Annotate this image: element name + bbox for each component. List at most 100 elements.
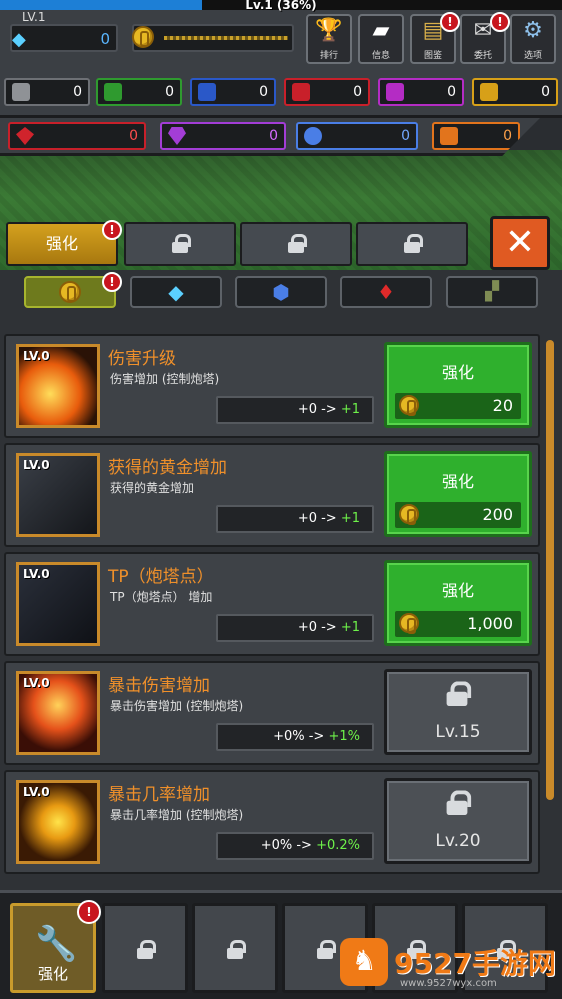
locked-upgrade-button[interactable]: Lv.20 [384,778,532,864]
scrollbar[interactable] [546,340,554,800]
ore-purple: 0 [378,78,464,106]
stat-to: +0.2% [316,838,360,853]
coin-icon [399,613,419,634]
tab-locked-3[interactable] [356,222,468,266]
purple-gem-counter: 0 [160,122,286,150]
purple-gem-icon [168,127,186,145]
coin-icon [399,395,419,416]
list-item: LV.0 暴击伤害增加 暴击伤害增加 (控制炮塔) +0% -> +1% Lv.… [4,661,540,765]
info-label: 信息 [371,51,390,61]
subtab-block[interactable]: ▞ [446,276,538,308]
upgrade-price: 20 [395,393,521,419]
coin-icon [59,281,81,303]
commission-label: 委托 [473,51,492,61]
blue-orb-icon [304,127,322,145]
trophy-icon: 🏆 [315,18,343,43]
ore-icon [12,83,30,101]
upgrade-button[interactable]: 强化 20 [384,342,532,428]
ore-count: 0 [165,84,174,100]
gem-counter: ◆ 0 [10,24,118,52]
gold-bar [164,36,288,40]
watermark-text: 9527手游网 [394,947,556,980]
alert-icon: ! [490,12,510,32]
blue-orb-icon: ⬢ [272,280,290,304]
ore-count: 0 [447,84,456,100]
upgrade-stat: +0 -> +1 [216,396,374,424]
main-tabs: 强化 ! [0,220,562,270]
gold-upgrade-image: LV.0 [16,453,100,537]
close-button[interactable]: ✕ [490,216,550,270]
list-item: LV.0 暴击几率增加 暴击几率增加 (控制炮塔) +0% -> +0.2% L… [4,770,540,874]
lock-icon [446,681,472,707]
subtab-diamond[interactable]: ◆ [130,276,222,308]
watermark: ♞ 9527手游网 www.9527wyx.com [340,938,562,996]
stat-to: +1 [340,620,360,635]
orange-ore-count: 0 [503,128,512,144]
stat-from: +0 -> [297,402,341,417]
close-icon: ✕ [504,222,536,263]
upgrade-price: 200 [395,502,521,528]
tab-locked-1[interactable] [124,222,236,266]
upgrade-price: 1,000 [395,611,521,637]
ore-green: 0 [96,78,182,106]
commission-button[interactable]: ✉ 委托 ! [460,12,510,64]
lock-icon [172,234,191,253]
ore-icon [104,83,122,101]
stat-from: +0 -> [297,511,341,526]
price-value: 200 [482,505,513,524]
required-level: Lv.15 [435,722,481,742]
crit-damage-image: LV.0 [16,671,100,755]
upgrade-title: 伤害升级 [108,349,176,369]
stat-from: +0 -> [297,620,341,635]
blue-orb-counter: 0 [296,122,418,150]
diamond-icon: ◆ [12,29,26,50]
orange-ore-icon [440,127,458,145]
subtab-blue-orb[interactable]: ⬢ [235,276,327,308]
upgrade-level: LV.0 [23,785,50,799]
red-crystal-icon [16,127,34,145]
damage-upgrade-image: LV.0 [16,344,100,428]
codex-label: 图鉴 [423,51,442,61]
upgrade-desc: 暴击伤害增加 (控制炮塔) [110,699,244,713]
subtab-red-crystal[interactable]: ♦ [340,276,432,308]
lock-icon [137,940,156,959]
diamond-icon: ◆ [168,280,184,304]
coin-icon [399,504,419,525]
ore-grey: 0 [4,78,90,106]
info-button[interactable]: ▰ 信息 [358,14,404,64]
ore-gold: 0 [472,78,558,106]
upgrade-desc: TP（炮塔点） 增加 [110,590,213,604]
ore-count: 0 [259,84,268,100]
tab-upgrade[interactable]: 强化 ! [6,220,122,266]
upgrade-button-label: 强化 [441,472,474,491]
nav-upgrade[interactable]: 🔧 强化 ! [10,900,101,993]
ore-icon [386,83,404,101]
upgrade-button[interactable]: 强化 1,000 [384,560,532,646]
subtab-gold[interactable]: ! [24,272,122,308]
orange-ore-counter: 0 [432,122,520,150]
lock-icon [227,940,246,959]
upgrade-button-label: 强化 [441,363,474,382]
nav-locked-1[interactable] [102,903,188,993]
tab-upgrade-label: 强化 [45,234,78,253]
lock-icon [404,234,423,253]
ore-blue: 0 [190,78,276,106]
tab-locked-2[interactable] [240,222,352,266]
red-crystal-counter: 0 [8,122,146,150]
list-item: LV.0 获得的黄金增加 获得的黄金增加 +0 -> +1 强化 200 [4,443,540,547]
codex-button[interactable]: ▤ 图鉴 ! [410,12,460,64]
lock-icon [288,234,307,253]
book-icon: ▰ [372,18,390,43]
nav-locked-2[interactable] [192,903,278,993]
upgrade-button-label: 强化 [441,581,474,600]
options-label: 选项 [523,51,542,61]
crit-chance-image: LV.0 [16,780,100,864]
ranking-button[interactable]: 🏆 排行 [306,14,352,64]
red-crystal-count: 0 [129,128,138,144]
gold-counter [132,24,294,52]
alert-icon: ! [102,220,122,240]
locked-upgrade-button[interactable]: Lv.15 [384,669,532,755]
options-button[interactable]: ⚙ 选项 [510,14,556,64]
gear-icon: ⚙ [523,18,543,43]
upgrade-button[interactable]: 强化 200 [384,451,532,537]
